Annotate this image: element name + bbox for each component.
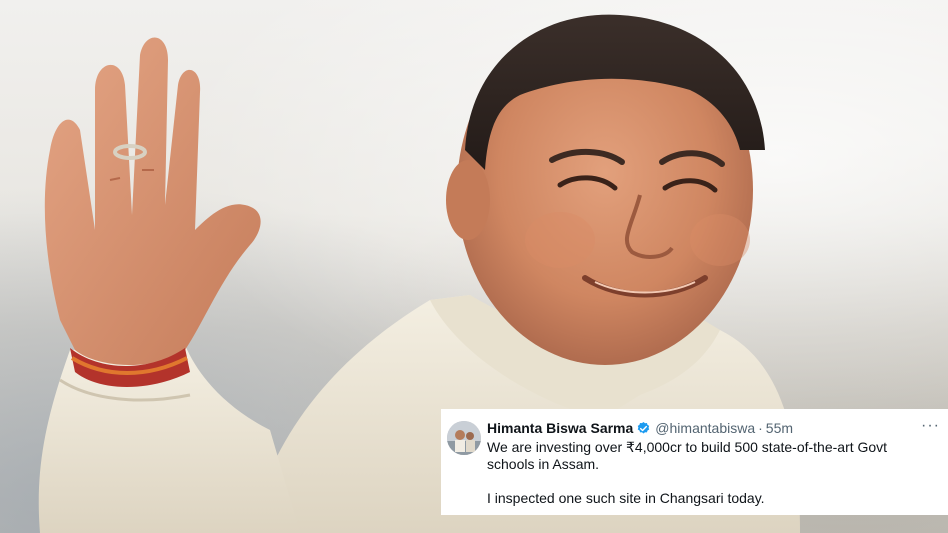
separator-dot: · bbox=[758, 420, 763, 436]
news-image: Himanta Biswa Sarma @himantabiswa · 55m … bbox=[0, 0, 948, 533]
tweet-header: Himanta Biswa Sarma @himantabiswa · 55m … bbox=[487, 418, 940, 438]
ellipsis-icon[interactable]: ··· bbox=[921, 418, 940, 434]
author-name[interactable]: Himanta Biswa Sarma bbox=[487, 420, 633, 436]
author-handle[interactable]: @himantabiswa bbox=[655, 420, 755, 436]
tweet-timestamp[interactable]: 55m bbox=[766, 420, 793, 436]
author-avatar[interactable] bbox=[447, 421, 481, 455]
tweet-text-line2: I inspected one such site in Changsari t… bbox=[487, 490, 765, 506]
tweet-card[interactable]: Himanta Biswa Sarma @himantabiswa · 55m … bbox=[441, 409, 948, 515]
tweet-text: We are investing over ₹4,000cr to build … bbox=[487, 439, 938, 507]
tweet-text-line1: We are investing over ₹4,000cr to build … bbox=[487, 439, 888, 472]
verified-badge-icon bbox=[636, 421, 651, 436]
